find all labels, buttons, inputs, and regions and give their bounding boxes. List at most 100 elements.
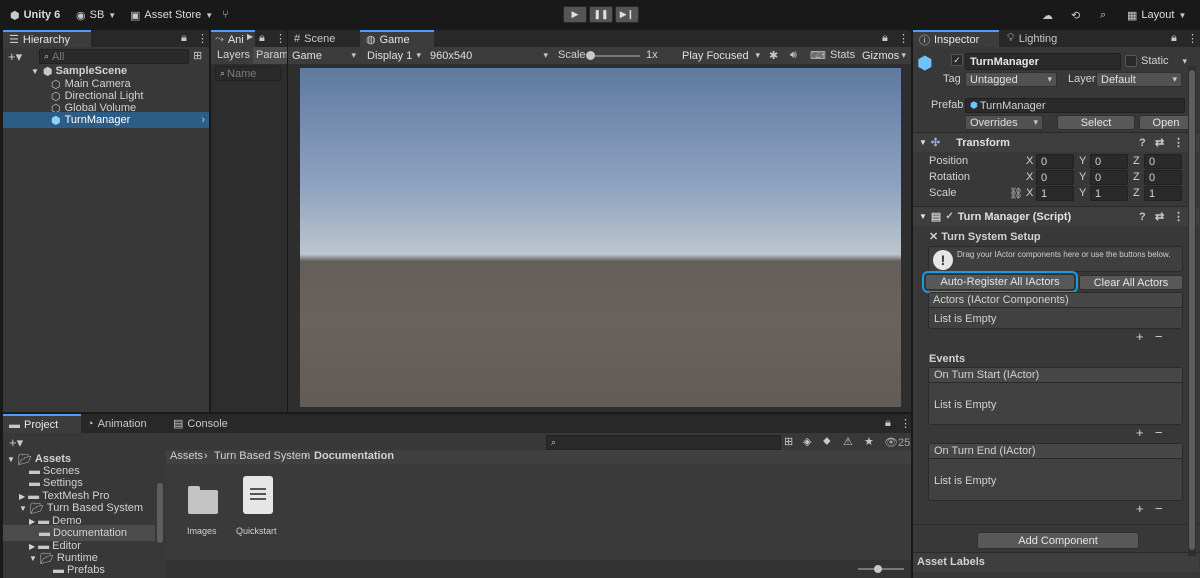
tab-hierarchy[interactable]: ☰ Hierarchy (3, 30, 91, 47)
add-item-button[interactable]: + (1136, 425, 1144, 440)
gizmos-dropdown[interactable]: Gizmos (858, 48, 910, 63)
filter-type-icon[interactable]: ◈ (803, 435, 811, 448)
lock-icon[interactable]: 🔒︎ (181, 32, 187, 45)
remove-item-button[interactable]: − (1155, 425, 1163, 440)
keyboard-icon[interactable]: ⌨ (810, 49, 826, 62)
more-icon[interactable]: ⋮ (1173, 136, 1184, 149)
chevron-right-icon[interactable]: › (201, 114, 205, 126)
scale-slider-handle[interactable] (586, 51, 595, 60)
position-z-field[interactable]: 0 (1144, 154, 1182, 169)
auto-register-button[interactable]: Auto-Register All IActors (922, 271, 1078, 293)
scale-y-field[interactable]: 1 (1090, 186, 1128, 201)
rotation-z-field[interactable]: 0 (1144, 170, 1182, 185)
icon-size-slider-handle[interactable] (874, 565, 882, 573)
position-y-field[interactable]: 0 (1090, 154, 1128, 169)
remove-item-button[interactable]: − (1155, 329, 1163, 344)
transform-header[interactable]: ▼ ✣ Transform ? ⇄ ⋮ (913, 132, 1199, 152)
tab-layers[interactable]: Layers (217, 49, 250, 61)
more-icon[interactable]: ⋮ (275, 32, 286, 45)
layout-dropdown[interactable]: ▦ Layout ▼ (1127, 7, 1186, 23)
pause-button[interactable]: ❚❚ (589, 6, 613, 23)
rotation-y-field[interactable]: 0 (1090, 170, 1128, 185)
position-x-field[interactable]: 0 (1036, 154, 1074, 169)
parameter-search-input[interactable]: ⌕ Name (215, 66, 281, 81)
scale-slider[interactable] (586, 51, 640, 60)
tab-parameters[interactable]: Parame (253, 47, 287, 64)
lock-icon[interactable]: 🔒︎ (885, 417, 891, 430)
label-icon[interactable]: ⬥ (823, 435, 831, 448)
add-item-button[interactable]: + (1136, 329, 1144, 344)
filter-icon[interactable]: ⊞ (193, 49, 202, 62)
hidden-count-badge[interactable]: 👁︎25 (884, 436, 910, 449)
overrides-dropdown[interactable]: Overrides (965, 115, 1043, 130)
version-control-button[interactable]: ⑂ (222, 7, 229, 23)
breadcrumb-item-current[interactable]: Documentation (314, 450, 394, 462)
create-button[interactable]: +▾ (9, 435, 23, 451)
search-by-type-icon[interactable]: ⊞ (784, 435, 793, 448)
inspector-scrollbar-thumb[interactable] (1189, 70, 1195, 550)
more-icon[interactable]: ⋮ (900, 417, 911, 430)
add-component-button[interactable]: Add Component (977, 532, 1139, 549)
breadcrumb-item[interactable]: Assets (170, 450, 203, 462)
warning-icon[interactable]: ⚠ (843, 435, 853, 448)
play-button[interactable]: ▶ (563, 6, 587, 23)
clear-all-button[interactable]: Clear All Actors (1079, 275, 1183, 290)
asset-store-dropdown[interactable]: ▣ Asset Store ▼ (130, 7, 213, 23)
preset-icon[interactable]: ⇄ (1155, 136, 1164, 149)
static-checkbox[interactable] (1125, 55, 1137, 67)
tab-console[interactable]: ▤ Console (167, 414, 233, 433)
layer-dropdown[interactable]: Default (1096, 72, 1182, 87)
more-icon[interactable]: ⋮ (1187, 32, 1198, 45)
file-item[interactable]: Quickstart (236, 476, 280, 540)
hierarchy-search-input[interactable]: ⌕ All (39, 49, 189, 64)
inspector-scrollbar[interactable] (1188, 66, 1196, 556)
asset-labels-bar[interactable]: Asset Labels (913, 552, 1199, 572)
select-button[interactable]: Select (1057, 115, 1135, 130)
object-name-field[interactable]: TurnManager (965, 53, 1121, 70)
file-item[interactable]: Images (184, 480, 224, 540)
history-button[interactable]: ⟲ (1071, 7, 1080, 23)
add-item-button[interactable]: + (1136, 501, 1144, 516)
tree-item[interactable]: ▬ Prefabs (3, 562, 105, 578)
tab-project[interactable]: ▬ Project (3, 414, 81, 433)
lock-icon[interactable]: 🔒︎ (259, 32, 265, 45)
bug-icon[interactable]: ✱ (769, 49, 778, 62)
prefab-field[interactable]: ⬢ TurnManager (965, 98, 1185, 113)
link-icon[interactable]: ⛓ (1009, 187, 1023, 200)
lock-icon[interactable]: 🔒︎ (882, 32, 888, 45)
list-item-selected[interactable]: ⬢ TurnManager › (3, 112, 209, 128)
active-checkbox[interactable]: ✓ (951, 54, 963, 66)
play-mode-dropdown[interactable]: Play Focused (678, 48, 764, 63)
audio-icon[interactable]: 🔊︎ (790, 49, 797, 62)
scale-x-field[interactable]: 1 (1036, 186, 1074, 201)
enabled-checkbox[interactable]: ✓ (945, 211, 953, 222)
project-search-input[interactable]: ⌕ (546, 435, 781, 450)
tree-scrollbar[interactable] (157, 483, 163, 543)
account-dropdown[interactable]: ◉ SB ▼ (76, 7, 116, 23)
game-mode-dropdown[interactable]: Game (288, 48, 360, 63)
icon-size-slider[interactable] (858, 565, 904, 573)
help-icon[interactable]: ? (1139, 211, 1146, 223)
unity-logo-menu[interactable]: ⬢ Unity 6 (10, 7, 60, 23)
cloud-button[interactable]: ☁ (1042, 7, 1053, 23)
tab-game[interactable]: ◍ Game (360, 30, 434, 47)
scale-z-field[interactable]: 1 (1144, 186, 1182, 201)
help-icon[interactable]: ? (1139, 137, 1146, 149)
more-icon[interactable]: ⋮ (197, 32, 208, 45)
tab-inspector[interactable]: ⓘ Inspector (913, 30, 999, 47)
stats-button[interactable]: Stats (830, 49, 855, 61)
step-button[interactable]: ▶❙ (615, 6, 639, 23)
more-icon[interactable]: ⋮ (1173, 210, 1184, 223)
rotation-x-field[interactable]: 0 (1036, 170, 1074, 185)
remove-item-button[interactable]: − (1155, 501, 1163, 516)
display-dropdown[interactable]: Display 1 (363, 48, 425, 63)
turn-manager-header[interactable]: ▼ ▤ ✓ Turn Manager (Script) ? ⇄ ⋮ (913, 206, 1199, 226)
tab-lighting[interactable]: 💡︎ Lighting (1001, 30, 1081, 47)
lock-icon[interactable]: 🔒︎ (1171, 32, 1177, 45)
more-icon[interactable]: ⋮ (898, 32, 909, 45)
star-icon[interactable]: ★ (864, 435, 874, 448)
tab-animation[interactable]: ◔ Animation (81, 414, 163, 433)
tab-scene[interactable]: # Scene (288, 30, 358, 47)
game-viewport[interactable] (300, 68, 901, 407)
search-button[interactable]: ⌕ (1100, 7, 1106, 23)
